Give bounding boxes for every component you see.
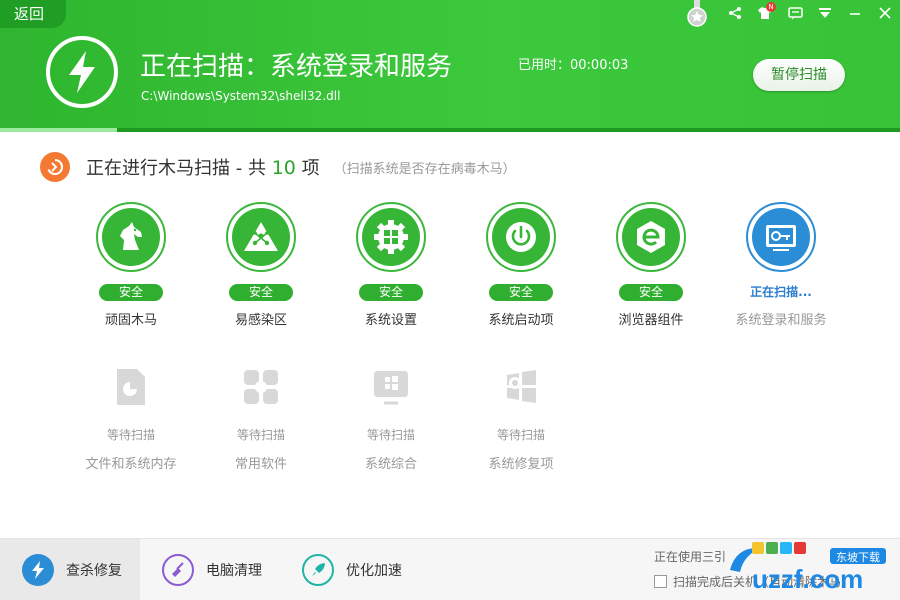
minimize-icon[interactable]	[840, 0, 870, 26]
back-button[interactable]: 返回	[0, 0, 66, 28]
scan-item-ring	[616, 202, 686, 272]
tab-scan-repair[interactable]: 查杀修复	[0, 539, 140, 600]
section-title: 正在进行木马扫描 - 共 10 项 （扫描系统是否存在病毒木马）	[40, 152, 516, 182]
scan-item-vulnerable-area: 安全 易感染区	[196, 202, 326, 328]
waiting-status: 等待扫描	[366, 428, 415, 442]
close-icon[interactable]	[870, 0, 900, 26]
scan-item-label: 系统综合	[364, 457, 417, 472]
scan-item-stubborn-trojan: 安全 顽固木马	[66, 202, 196, 328]
scan-item-ring	[96, 202, 166, 272]
status-badge: 安全	[619, 284, 683, 301]
section-heading-prefix: 正在进行木马扫描 - 共	[86, 158, 266, 179]
scan-item-label: 顽固木马	[104, 313, 157, 328]
notification-badge: N	[766, 2, 776, 12]
scan-item-system-repair: 等待扫描 系统修复项	[456, 352, 586, 472]
broom-icon	[162, 554, 194, 586]
scan-item-ring	[486, 202, 556, 272]
scan-item-label: 文件和系统内存	[85, 457, 177, 472]
section-heading: 正在进行木马扫描 - 共 10 项	[86, 154, 320, 180]
lightning-tab-icon	[22, 554, 54, 586]
item-count: 10	[271, 157, 296, 179]
system-monitor-icon	[356, 352, 426, 422]
tab-pc-cleanup[interactable]: 电脑清理	[140, 539, 280, 600]
engine-status: 正在使用三引	[654, 550, 727, 564]
scan-item-label: 系统登录和服务	[735, 313, 827, 328]
scan-item-system-general: 等待扫描 系统综合	[326, 352, 456, 472]
windows-repair-icon	[486, 352, 556, 422]
pause-scan-button[interactable]: 暂停扫描	[753, 59, 845, 91]
scan-item-ring	[356, 202, 426, 272]
watermark-sub: 东坡下载	[836, 551, 880, 564]
scan-item-startup: 安全 系统启动项	[456, 202, 586, 328]
tab-label: 优化加速	[346, 563, 402, 579]
scan-item-common-software: 等待扫描 常用软件	[196, 352, 326, 472]
ie-icon	[622, 208, 680, 266]
scan-progress-fill	[0, 128, 117, 132]
window-controls: N	[720, 0, 900, 26]
scanning-status: 正在扫描...	[750, 285, 812, 299]
scan-item-files-memory: 等待扫描 文件和系统内存	[66, 352, 196, 472]
scan-item-system-settings: 安全 系统设置	[326, 202, 456, 328]
scan-item-label: 系统启动项	[488, 313, 554, 328]
file-chart-icon	[96, 352, 166, 422]
software-grid-icon	[226, 352, 296, 422]
tab-label: 查杀修复	[66, 563, 122, 579]
waiting-status: 等待扫描	[236, 428, 285, 442]
scan-title: 正在扫描：系统登录和服务	[140, 52, 453, 82]
message-icon[interactable]	[780, 0, 810, 26]
lightning-icon	[46, 36, 118, 108]
scan-progress-bar	[0, 128, 900, 132]
scan-item-ring	[746, 202, 816, 272]
scan-item-login-services: 正在扫描... 系统登录和服务	[716, 202, 846, 328]
scan-item-label: 易感染区	[234, 313, 287, 328]
rocket-icon	[302, 554, 334, 586]
site-watermark-logo: 东坡下载 uzzf.com	[722, 540, 894, 596]
shutdown-checkbox[interactable]	[654, 575, 667, 588]
scan-item-label: 浏览器组件	[618, 313, 684, 328]
gear-windows-icon	[362, 208, 420, 266]
scan-item-ring	[226, 202, 296, 272]
power-icon	[492, 208, 550, 266]
horse-icon	[102, 208, 160, 266]
scan-header: 返回 正在扫描：系统登录和服务 C:\Windows\System32\shel…	[0, 0, 900, 132]
scan-file-path: C:\Windows\System32\shell32.dll	[141, 89, 341, 103]
service-login-icon	[752, 208, 810, 266]
section-hint: （扫描系统是否存在病毒木马）	[333, 161, 516, 177]
status-badge: 安全	[99, 284, 163, 301]
status-badge: 安全	[229, 284, 293, 301]
share-icon[interactable]	[720, 0, 750, 26]
section-heading-suffix: 项	[301, 158, 320, 179]
waiting-status: 等待扫描	[496, 428, 545, 442]
scan-item-label: 常用软件	[234, 457, 287, 472]
watermark-text: uzzf.com	[752, 564, 863, 594]
waiting-status: 等待扫描	[106, 428, 155, 442]
medal-icon[interactable]	[686, 0, 708, 28]
trojan-scan-icon	[40, 152, 70, 182]
scan-item-browser: 安全 浏览器组件	[586, 202, 716, 328]
elapsed-time: 已用时：00:00:03	[518, 58, 629, 73]
status-badge: 安全	[359, 284, 423, 301]
status-badge: 安全	[489, 284, 553, 301]
skin-shirt-icon[interactable]: N	[750, 0, 780, 26]
tab-optimize-speed[interactable]: 优化加速	[280, 539, 420, 600]
tab-label: 电脑清理	[206, 563, 262, 579]
scan-item-label: 系统修复项	[488, 457, 554, 472]
scan-item-label: 系统设置	[364, 313, 417, 328]
menu-down-icon[interactable]	[810, 0, 840, 26]
warning-triangle-icon	[232, 208, 290, 266]
